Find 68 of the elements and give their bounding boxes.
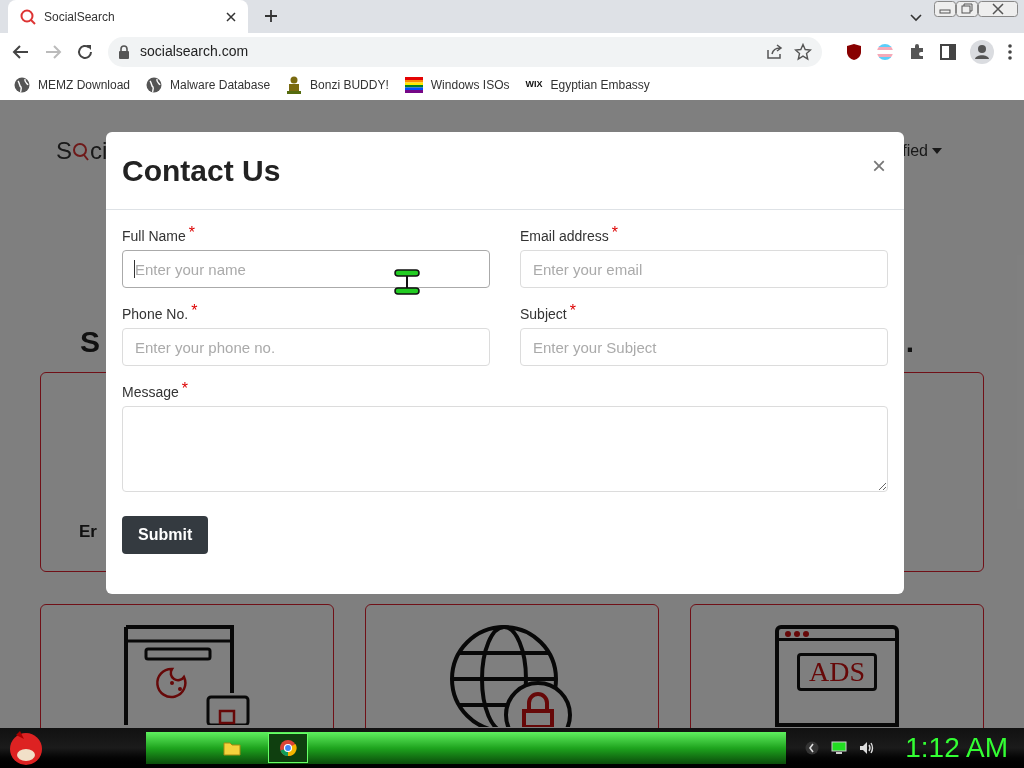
taskbar-button[interactable]: [268, 733, 308, 763]
bookmark-link[interactable]: Windows ISOs: [430, 76, 510, 94]
close-icon[interactable]: [226, 11, 236, 22]
puzzle-icon[interactable]: [908, 42, 926, 61]
minimize-icon[interactable]: [934, 1, 956, 17]
globe-icon: [146, 77, 163, 93]
input-field[interactable]: Enter your Subject: [520, 328, 888, 366]
magnifier-icon: [72, 141, 90, 161]
clock-text[interactable]: 1:12 AM: [905, 734, 1008, 762]
text-caret: [134, 260, 135, 278]
heading-text: .: [905, 324, 914, 360]
monitor-icon[interactable]: [831, 741, 848, 755]
required-mark: *: [569, 304, 576, 318]
bookmark-link[interactable]: Bonzi BUDDY!: [310, 76, 389, 94]
shield-icon[interactable]: [846, 42, 862, 61]
close-icon[interactable]: [978, 1, 1018, 17]
globe-icon: [14, 77, 30, 93]
input-field[interactable]: Enter your name: [122, 250, 490, 288]
required-mark: *: [181, 382, 189, 396]
bookmark-link[interactable]: Malware Database: [170, 76, 271, 94]
cursor-icon: [394, 268, 420, 296]
dialog-title: Contact Us: [122, 153, 281, 189]
field-label: Email address: [520, 227, 609, 246]
logo-text: WIX: [525, 78, 543, 92]
magnifier-icon: [20, 8, 36, 25]
input-field[interactable]: Enter your phone no.: [122, 328, 490, 366]
star-icon[interactable]: [794, 42, 812, 61]
message-field[interactable]: [122, 406, 888, 492]
required-mark: *: [188, 226, 196, 240]
chevron-left-icon[interactable]: [805, 741, 820, 755]
logo-text: ci: [90, 136, 108, 166]
folder-icon: [223, 740, 241, 756]
figure-icon: [286, 76, 303, 94]
bookmark-link[interactable]: MEMZ Download: [38, 76, 131, 94]
card-title: Er: [79, 522, 97, 541]
heading-text: S: [80, 324, 100, 360]
reload-icon[interactable]: [76, 42, 94, 61]
field-label: Full Name: [122, 227, 186, 246]
rainbow-flag-icon: [404, 77, 423, 93]
browser-icon: [279, 739, 297, 757]
submit-button[interactable]: Submit: [122, 516, 209, 554]
profile-icon[interactable]: [970, 39, 994, 64]
menu-icon[interactable]: [1008, 43, 1012, 60]
restore-icon[interactable]: [956, 1, 978, 17]
caret-icon[interactable]: [932, 148, 942, 154]
lock-icon: [118, 44, 130, 59]
share-icon[interactable]: [766, 43, 784, 60]
required-mark: *: [191, 304, 198, 318]
logo-text: S: [56, 136, 72, 166]
side-panel-icon[interactable]: [940, 43, 956, 60]
bookmark-link[interactable]: Egyptian Embassy: [550, 76, 650, 94]
input-field[interactable]: Enter your email: [520, 250, 888, 288]
field-label: Subject: [520, 305, 567, 324]
speaker-icon[interactable]: [859, 741, 876, 755]
browser-tab[interactable]: SocialSearch: [8, 0, 248, 33]
required-mark: *: [611, 226, 618, 240]
close-button[interactable]: ×: [872, 153, 888, 178]
nav-link[interactable]: fied: [902, 139, 928, 163]
url-text: socialsearch.com: [140, 42, 250, 61]
cookie-window-icon: [124, 625, 250, 725]
field-label: Phone No.: [122, 305, 189, 324]
chevron-down-icon[interactable]: [910, 14, 922, 22]
field-label: Message: [122, 383, 179, 402]
tab-title: SocialSearch: [44, 8, 116, 26]
address-bar[interactable]: socialsearch.com: [108, 36, 822, 67]
back-arrow-icon[interactable]: [12, 42, 30, 61]
new-tab-icon[interactable]: [264, 9, 278, 23]
ads-label: ADS: [809, 656, 865, 688]
